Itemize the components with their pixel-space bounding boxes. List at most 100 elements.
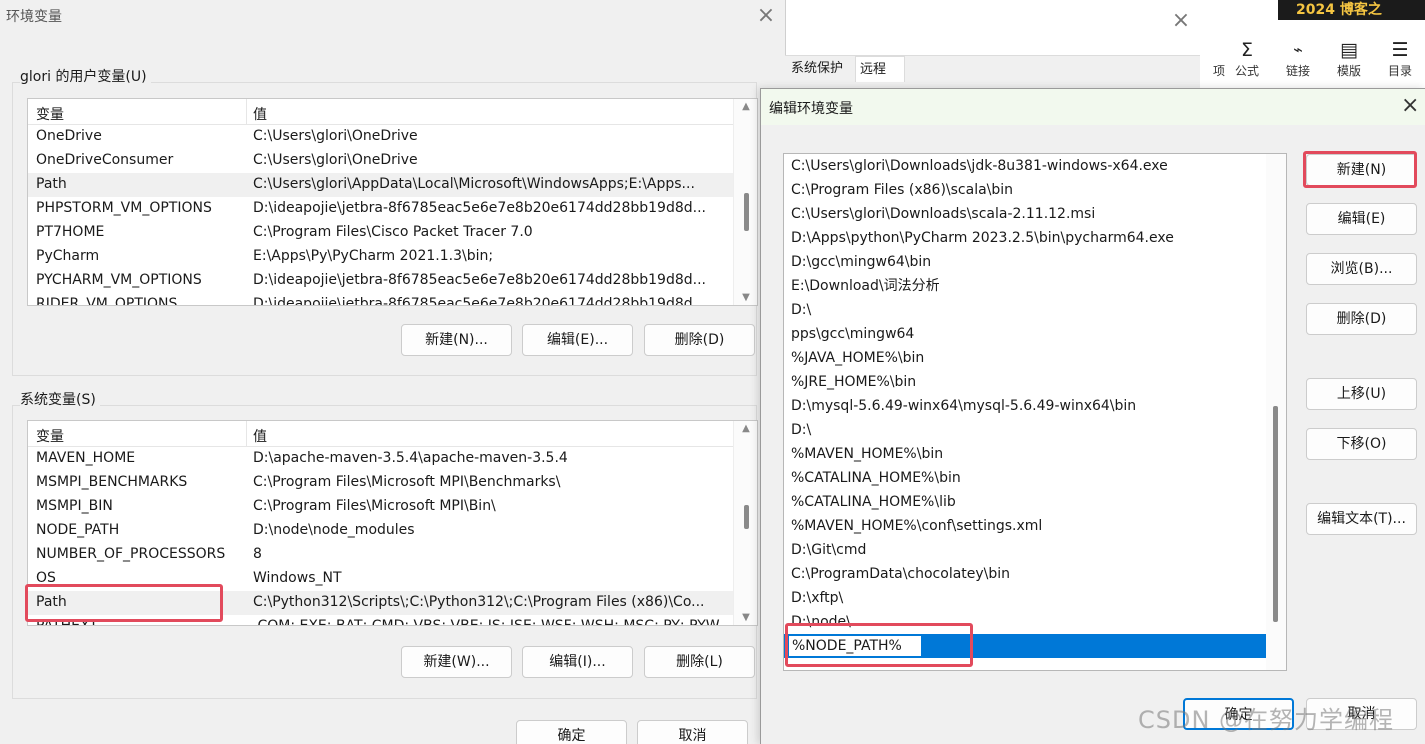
tab-remote[interactable]: 远程 xyxy=(855,56,905,82)
list-item[interactable]: %JAVA_HOME%\bin xyxy=(784,346,1266,370)
list-item[interactable]: D:\ xyxy=(784,298,1266,322)
scroll-down-icon[interactable]: ▼ xyxy=(734,612,757,623)
highlight-path-variable xyxy=(25,584,223,622)
ribbon-label: 链接 xyxy=(1285,64,1310,78)
watermark: CSDN @在努力学编程 xyxy=(1138,706,1395,734)
table-row[interactable]: NODE_PATH D:\node\node_modules xyxy=(28,519,734,543)
table-row[interactable]: PHPSTORM_VM_OPTIONS D:\ideapojie\jetbra-8… xyxy=(28,197,734,221)
table-row[interactable]: OneDrive C:\Users\glori\OneDrive xyxy=(28,125,734,149)
scroll-up-icon[interactable]: ▲ xyxy=(734,101,757,112)
delete-button[interactable]: 删除(D) xyxy=(1306,303,1417,335)
scrollbar-thumb[interactable] xyxy=(744,505,749,529)
vertical-scrollbar[interactable]: ▲ ▼ xyxy=(733,99,757,305)
variable-value: C:\Program Files\Microsoft MPI\Bin\ xyxy=(253,498,496,514)
move-down-button[interactable]: 下移(O) xyxy=(1306,428,1417,460)
vertical-scrollbar[interactable] xyxy=(1266,154,1286,670)
close-icon[interactable]: × xyxy=(1401,95,1419,117)
table-row[interactable]: MSMPI_BIN C:\Program Files\Microsoft MPI\… xyxy=(28,495,734,519)
scroll-down-icon[interactable]: ▼ xyxy=(734,292,757,303)
path-entries: C:\Users\glori\Downloads\jdk-8u381-windo… xyxy=(784,154,1266,634)
column-header-variable[interactable]: 变量 xyxy=(36,426,64,446)
variable-value: C:\Program Files\Cisco Packet Tracer 7.0 xyxy=(253,224,533,240)
tab-system-protection[interactable]: 系统保护 xyxy=(787,56,848,82)
list-item[interactable]: D:\ xyxy=(784,418,1266,442)
table-row[interactable]: PYCHARM_VM_OPTIONS D:\ideapojie\jetbra-8f… xyxy=(28,269,734,293)
vertical-scrollbar[interactable]: ▲ ▼ xyxy=(733,421,757,625)
user-delete-button[interactable]: 删除(D) xyxy=(644,324,755,356)
template-icon: ▤ xyxy=(1340,39,1358,61)
variable-value: C:\Users\glori\AppData\Local\Microsoft\W… xyxy=(253,176,695,192)
table-row[interactable]: PT7HOME C:\Program Files\Cisco Packet Tra… xyxy=(28,221,734,245)
formula-icon: Σ xyxy=(1240,39,1253,61)
variable-name: Path xyxy=(36,176,67,192)
table-row[interactable]: PyCharm E:\Apps\Py\PyCharm 2021.1.3\bin; xyxy=(28,245,734,269)
list-item[interactable]: %CATALINA_HOME%\lib xyxy=(784,490,1266,514)
column-header-value[interactable]: 值 xyxy=(253,104,267,124)
table-row[interactable]: MAVEN_HOME D:\apache-maven-3.5.4\apache-m… xyxy=(28,447,734,471)
system-delete-button[interactable]: 删除(L) xyxy=(644,646,755,678)
edit-text-button[interactable]: 编辑文本(T)... xyxy=(1306,503,1417,535)
variable-name: PT7HOME xyxy=(36,224,105,240)
system-edit-button[interactable]: 编辑(I)... xyxy=(522,646,633,678)
column-divider[interactable] xyxy=(246,421,247,447)
table-row-selected[interactable]: Path C:\Users\glori\AppData\Local\Microso… xyxy=(28,173,734,197)
list-header: 变量 值 xyxy=(28,421,734,447)
scrollbar-thumb[interactable] xyxy=(1273,406,1278,622)
scrollbar-thumb[interactable] xyxy=(744,193,749,231)
variable-value: C:\Python312\Scripts\;C:\Python312\;C:\P… xyxy=(253,594,705,610)
list-item[interactable]: %MAVEN_HOME%\conf\settings.xml xyxy=(784,514,1266,538)
variable-name: MSMPI_BENCHMARKS xyxy=(36,474,188,490)
list-item[interactable]: %CATALINA_HOME%\bin xyxy=(784,466,1266,490)
user-edit-button[interactable]: 编辑(E)... xyxy=(522,324,633,356)
close-icon[interactable]: × xyxy=(752,4,780,28)
highlight-new-button xyxy=(1303,151,1417,188)
column-header-variable[interactable]: 变量 xyxy=(36,104,64,124)
ribbon-link-button[interactable]: ⌁ 链接 xyxy=(1273,38,1323,84)
cancel-button[interactable]: 取消 xyxy=(637,720,748,744)
table-row[interactable]: RIDER_VM_OPTIONS D:\ideapojie\jetbra-8f67… xyxy=(28,293,734,306)
variable-value: Windows_NT xyxy=(253,570,342,586)
list-item[interactable]: E:\Download\词法分析 xyxy=(784,274,1266,298)
close-icon[interactable]: × xyxy=(1170,10,1192,32)
list-item[interactable]: C:\ProgramData\chocolatey\bin xyxy=(784,562,1266,586)
user-new-button[interactable]: 新建(N)... xyxy=(401,324,512,356)
list-item[interactable]: D:\mysql-5.6.49-winx64\mysql-5.6.49-winx… xyxy=(784,394,1266,418)
list-item[interactable]: %MAVEN_HOME%\bin xyxy=(784,442,1266,466)
environment-variables-dialog: 环境变量 × glori 的用户变量(U) 变量 值 OneDrive C:\Us… xyxy=(0,0,785,744)
variable-name: NUMBER_OF_PROCESSORS xyxy=(36,546,226,562)
move-up-button[interactable]: 上移(U) xyxy=(1306,378,1417,410)
path-entries-list[interactable]: C:\Users\glori\Downloads\jdk-8u381-windo… xyxy=(783,153,1287,671)
variable-value: E:\Apps\Py\PyCharm 2021.1.3\bin; xyxy=(253,248,494,264)
list-item[interactable]: C:\Users\glori\Downloads\jdk-8u381-windo… xyxy=(784,154,1266,178)
variable-value: .COM;.EXE;.BAT;.CMD;.VBS;.VBE;.JS;.JSE;.… xyxy=(253,618,720,626)
ribbon-formula-button[interactable]: Σ 公式 xyxy=(1222,38,1272,84)
edit-button[interactable]: 编辑(E) xyxy=(1306,203,1417,235)
variable-value: D:\ideapojie\jetbra-8f6785eac5e6e7e8b20e… xyxy=(253,296,706,306)
variable-name: MAVEN_HOME xyxy=(36,450,136,466)
list-item[interactable]: C:\Program Files (x86)\scala\bin xyxy=(784,178,1266,202)
system-new-button[interactable]: 新建(W)... xyxy=(401,646,512,678)
list-item[interactable]: pps\gcc\mingw64 xyxy=(784,322,1266,346)
table-row[interactable]: NUMBER_OF_PROCESSORS 8 xyxy=(28,543,734,567)
variable-name: PHPSTORM_VM_OPTIONS xyxy=(36,200,212,216)
variable-name: RIDER_VM_OPTIONS xyxy=(36,296,178,306)
column-divider[interactable] xyxy=(246,99,247,125)
column-header-value[interactable]: 值 xyxy=(253,426,267,446)
variable-value: 8 xyxy=(253,546,262,562)
list-item[interactable]: D:\Git\cmd xyxy=(784,538,1266,562)
user-variables-list[interactable]: 变量 值 OneDrive C:\Users\glori\OneDrive One… xyxy=(27,98,758,306)
list-item[interactable]: C:\Users\glori\Downloads\scala-2.11.12.m… xyxy=(784,202,1266,226)
list-item[interactable]: D:\Apps\python\PyCharm 2023.2.5\bin\pych… xyxy=(784,226,1266,250)
ribbon-template-button[interactable]: ▤ 模版 xyxy=(1324,38,1374,84)
scroll-up-icon[interactable]: ▲ xyxy=(734,423,757,434)
user-variables-title: glori 的用户变量(U) xyxy=(20,66,151,86)
variable-value: C:\Program Files\Microsoft MPI\Benchmark… xyxy=(253,474,561,490)
ribbon-toc-button[interactable]: ☰ 目录 xyxy=(1375,38,1425,84)
table-row[interactable]: MSMPI_BENCHMARKS C:\Program Files\Microso… xyxy=(28,471,734,495)
browse-button[interactable]: 浏览(B)... xyxy=(1306,253,1417,285)
list-item[interactable]: %JRE_HOME%\bin xyxy=(784,370,1266,394)
table-row[interactable]: OneDriveConsumer C:\Users\glori\OneDrive xyxy=(28,149,734,173)
list-item[interactable]: D:\gcc\mingw64\bin xyxy=(784,250,1266,274)
ok-button[interactable]: 确定 xyxy=(516,720,627,744)
list-item[interactable]: D:\xftp\ xyxy=(784,586,1266,610)
